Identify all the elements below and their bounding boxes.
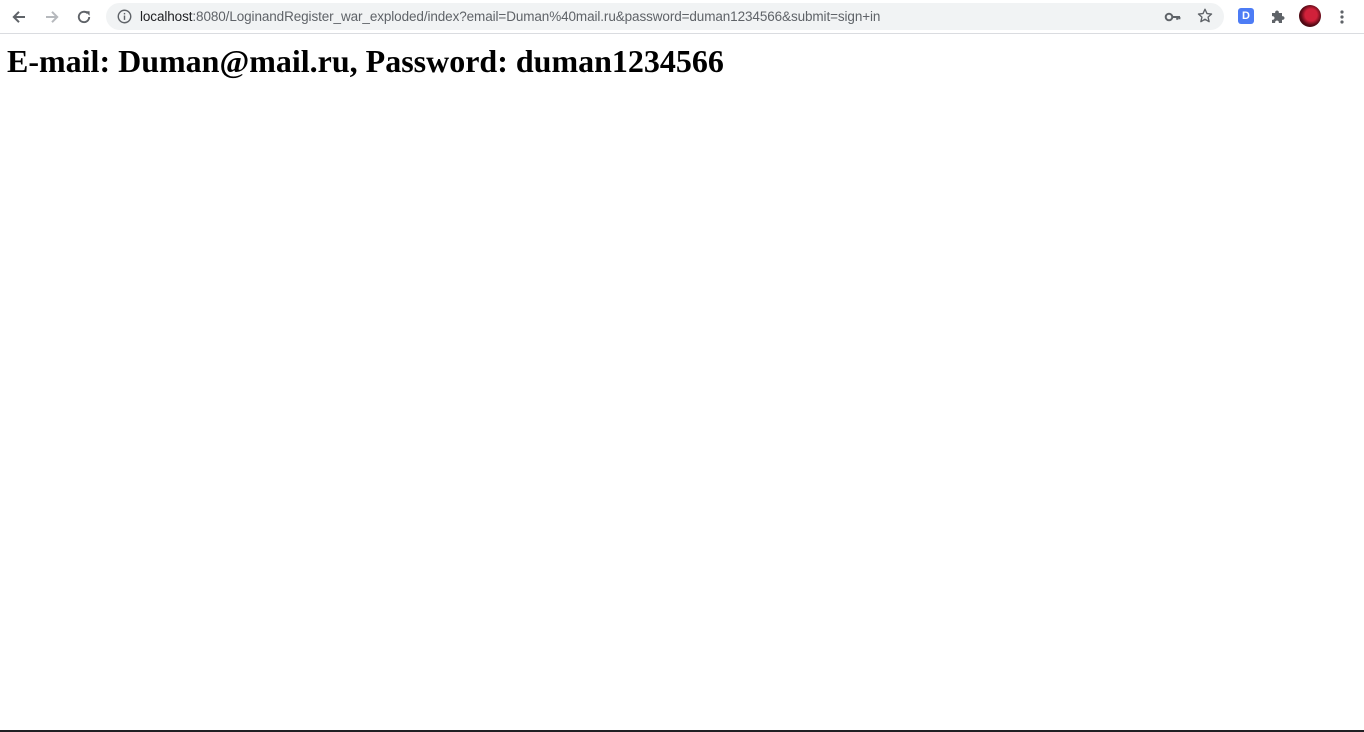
back-button[interactable] bbox=[5, 3, 33, 31]
arrow-left-icon bbox=[12, 11, 25, 23]
reload-button[interactable] bbox=[70, 3, 98, 31]
extensions-button[interactable] bbox=[1264, 3, 1292, 31]
profile-avatar[interactable] bbox=[1299, 5, 1321, 27]
url-text[interactable]: localhost:8080/LoginandRegister_war_expl… bbox=[140, 3, 880, 30]
address-bar[interactable]: localhost:8080/LoginandRegister_war_expl… bbox=[106, 3, 1224, 30]
extension-d-icon[interactable]: D bbox=[1238, 8, 1254, 24]
menu-button[interactable] bbox=[1328, 3, 1356, 31]
reload-icon bbox=[77, 10, 91, 24]
puzzle-icon bbox=[1272, 10, 1285, 23]
url-path: :8080/LoginandRegister_war_exploded/inde… bbox=[192, 9, 881, 24]
star-icon[interactable] bbox=[1196, 7, 1214, 25]
url-host: localhost bbox=[140, 9, 193, 24]
kebab-menu-icon bbox=[1340, 10, 1344, 24]
browser-toolbar: localhost:8080/LoginandRegister_war_expl… bbox=[0, 0, 1364, 34]
page-heading: E-mail: Duman@mail.ru, Password: duman12… bbox=[7, 43, 724, 79]
key-icon[interactable] bbox=[1164, 8, 1182, 26]
forward-button[interactable] bbox=[38, 3, 66, 31]
info-icon[interactable] bbox=[116, 8, 133, 25]
arrow-right-icon bbox=[46, 11, 59, 23]
